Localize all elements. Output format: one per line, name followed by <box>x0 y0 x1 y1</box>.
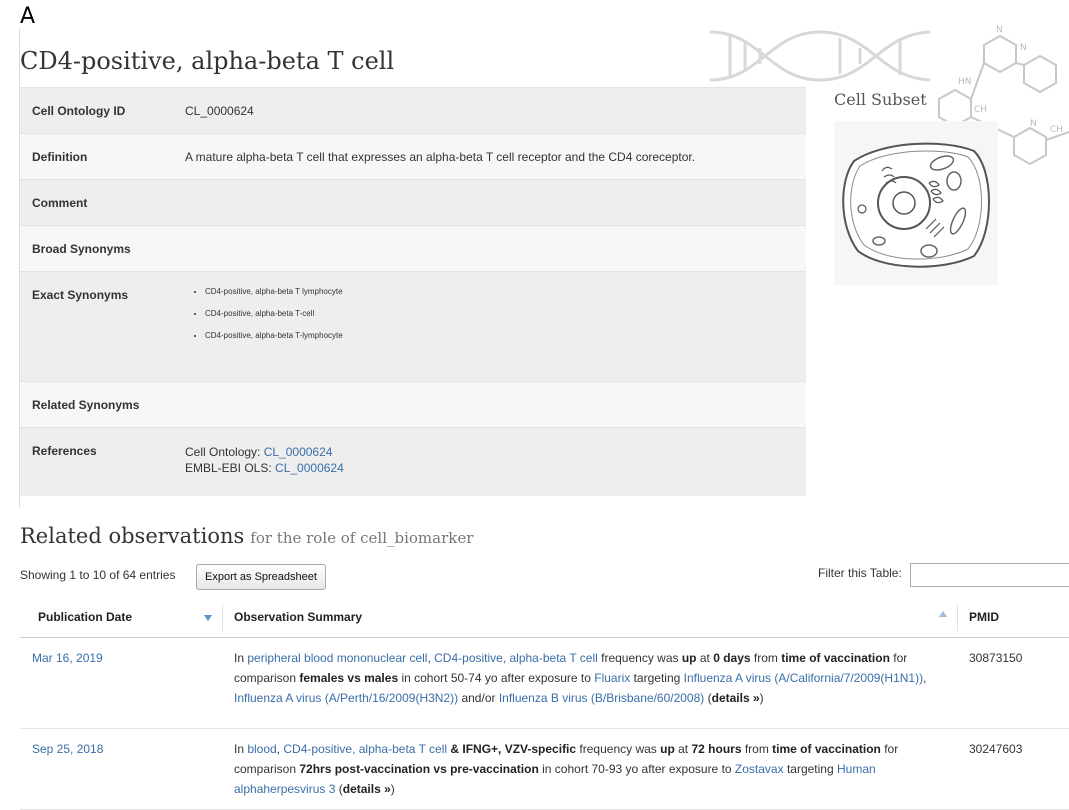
info-row-definition: Definition A mature alpha-beta T cell th… <box>20 133 806 180</box>
publication-date-link[interactable]: Sep 25, 2018 <box>32 742 103 756</box>
related-subtitle: for the role of cell_biomarker <box>250 529 474 547</box>
info-value <box>173 225 806 272</box>
cell-image <box>834 121 998 285</box>
sort-descending-icon <box>204 615 212 621</box>
info-label: References <box>20 427 173 496</box>
info-row-comment: Comment <box>20 179 806 226</box>
related-title-text: Related observations <box>20 524 245 548</box>
column-header-observation-summary[interactable]: Observation Summary <box>222 597 957 638</box>
column-divider <box>957 605 958 631</box>
info-row-broad-synonyms: Broad Synonyms <box>20 225 806 272</box>
target-link[interactable]: Influenza A virus (A/Perth/16/2009(H3N2)… <box>234 691 458 705</box>
info-label: Exact Synonyms <box>20 271 173 382</box>
reference-label: EMBL-EBI OLS: <box>185 461 276 475</box>
svg-text:N: N <box>1030 119 1037 129</box>
column-header-publication-date[interactable]: Publication Date <box>20 597 222 638</box>
observation-summary: In peripheral blood mononuclear cell, CD… <box>222 637 957 729</box>
svg-text:N: N <box>996 25 1003 35</box>
entries-info: Showing 1 to 10 of 64 entries <box>20 568 176 582</box>
details-link[interactable]: details » <box>343 782 391 796</box>
vaccine-link[interactable]: Zostavax <box>735 762 784 776</box>
info-label: Related Synonyms <box>20 381 173 428</box>
export-spreadsheet-button[interactable]: Export as Spreadsheet <box>196 564 326 590</box>
info-value <box>173 381 806 428</box>
cell-type-link[interactable]: CD4-positive, alpha-beta T cell <box>283 742 447 756</box>
pmid-cell: 30247603 <box>957 728 1069 810</box>
info-value <box>173 179 806 226</box>
info-label: Cell Ontology ID <box>20 87 173 134</box>
observations-table: Publication Date Observation Summary PMI… <box>20 597 1069 810</box>
info-value: A mature alpha-beta T cell that expresse… <box>173 133 806 180</box>
info-row-references: References Cell Ontology: CL_0000624 EMB… <box>20 427 806 496</box>
vaccine-link[interactable]: Fluarix <box>594 671 630 685</box>
column-header-pmid[interactable]: PMID <box>957 597 1069 638</box>
table-row: Sep 25, 2018 In blood, CD4-positive, alp… <box>20 728 1069 810</box>
details-link[interactable]: details » <box>712 691 760 705</box>
svg-text:N: N <box>1020 43 1027 53</box>
exact-synonyms-list: CD4-positive, alpha-beta T lymphocyte CD… <box>185 286 794 354</box>
tissue-link[interactable]: blood <box>247 742 276 756</box>
cell-subset-title: Cell Subset <box>834 90 927 109</box>
ebi-ols-link[interactable]: CL_0000624 <box>275 461 344 475</box>
reference-ebi-ols: EMBL-EBI OLS: CL_0000624 <box>185 460 794 476</box>
info-label: Broad Synonyms <box>20 225 173 272</box>
info-row-related-synonyms: Related Synonyms <box>20 381 806 428</box>
svg-text:CH: CH <box>1050 125 1063 135</box>
observation-summary: In blood, CD4-positive, alpha-beta T cel… <box>222 728 957 810</box>
info-row-cell-ontology-id: Cell Ontology ID CL_0000624 <box>20 87 806 134</box>
svg-text:HN: HN <box>958 77 972 87</box>
cell-info-table: Cell Ontology ID CL_0000624 Definition A… <box>20 87 806 496</box>
tissue-link[interactable]: peripheral blood mononuclear cell <box>247 651 427 665</box>
target-link[interactable]: Influenza B virus (B/Brisbane/60/2008) <box>499 691 704 705</box>
info-value: CL_0000624 <box>173 87 806 134</box>
info-label: Comment <box>20 179 173 226</box>
column-divider <box>222 605 223 631</box>
target-link[interactable]: Influenza A virus (A/California/7/2009(H… <box>684 671 923 685</box>
cell-type-link[interactable]: CD4-positive, alpha-beta T cell <box>434 651 598 665</box>
column-header-label: Publication Date <box>38 610 133 624</box>
cell-illustration-icon <box>842 142 990 268</box>
cell-ontology-link[interactable]: CL_0000624 <box>264 445 333 459</box>
list-item: CD4-positive, alpha-beta T-lymphocyte <box>205 330 794 354</box>
info-value: CD4-positive, alpha-beta T lymphocyte CD… <box>173 271 806 382</box>
list-item: CD4-positive, alpha-beta T-cell <box>205 308 794 332</box>
filter-label: Filter this Table: <box>818 566 902 580</box>
column-header-label: Observation Summary <box>234 610 363 624</box>
info-value: Cell Ontology: CL_0000624 EMBL-EBI OLS: … <box>173 427 806 496</box>
reference-cell-ontology: Cell Ontology: CL_0000624 <box>185 444 794 460</box>
sort-ascending-icon <box>939 611 947 617</box>
column-header-label: PMID <box>969 610 999 624</box>
pmid-cell: 30873150 <box>957 637 1069 729</box>
info-row-exact-synonyms: Exact Synonyms CD4-positive, alpha-beta … <box>20 271 806 382</box>
filter-input[interactable] <box>910 563 1069 587</box>
publication-date-link[interactable]: Mar 16, 2019 <box>32 651 103 665</box>
svg-text:CH: CH <box>974 105 987 115</box>
reference-label: Cell Ontology: <box>185 445 264 459</box>
panel-label: A <box>20 4 36 29</box>
list-item: CD4-positive, alpha-beta T lymphocyte <box>205 286 794 310</box>
related-observations-title: Related observations for the role of cell… <box>20 524 473 548</box>
table-header-row: Publication Date Observation Summary PMI… <box>20 597 1069 638</box>
info-label: Definition <box>20 133 173 180</box>
table-row: Mar 16, 2019 In peripheral blood mononuc… <box>20 637 1069 729</box>
page-title: CD4-positive, alpha-beta T cell <box>20 47 395 75</box>
